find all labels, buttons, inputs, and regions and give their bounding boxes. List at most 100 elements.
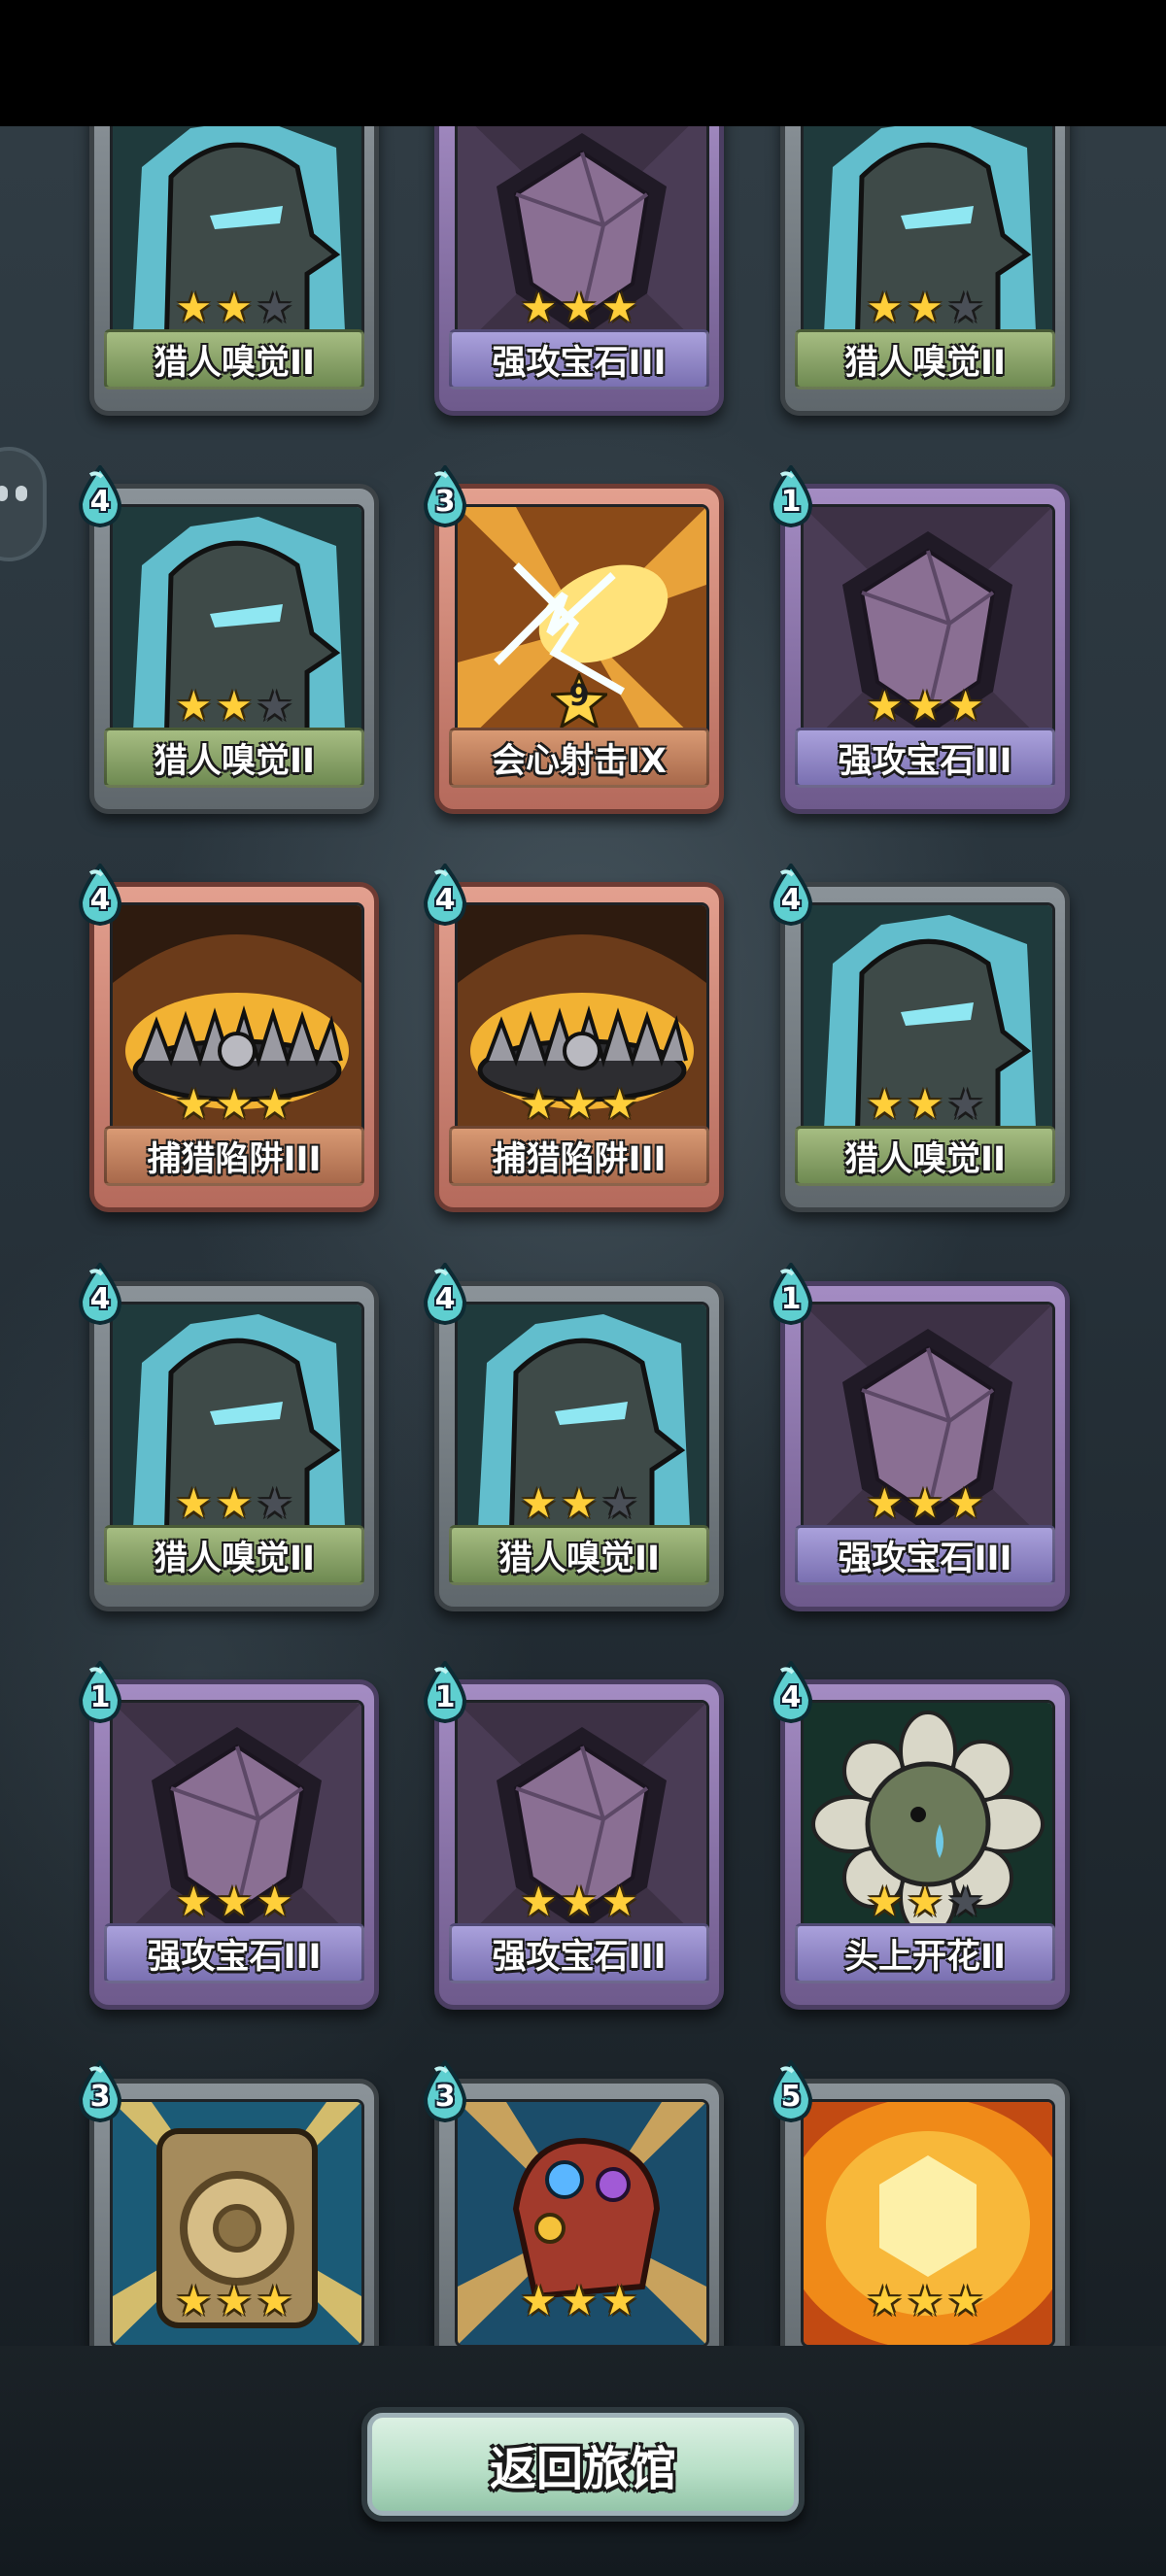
card-star-rating: ★ ★ ★ — [94, 1881, 374, 1923]
level-star-badge: 9 — [548, 671, 610, 730]
card-star-rating: ★ ★ ★ — [785, 1083, 1065, 1126]
star-icon: ★ — [907, 284, 943, 331]
star-icon: ★ — [866, 682, 904, 729]
card-name: 强攻宝石III — [449, 329, 709, 390]
skill-card[interactable]: ★ ★ ★ 强攻宝石III 1 — [78, 1659, 379, 2010]
star-icon: ★ — [600, 1479, 638, 1527]
skill-card[interactable]: ★ ★ ★ 捕猎陷阱III 4 — [78, 862, 379, 1212]
card-cost: 3 — [89, 2080, 111, 2114]
star-icon: ★ — [216, 1080, 253, 1128]
star-icon: ★ — [946, 2277, 984, 2324]
energy-cost-drop-icon: 4 — [418, 1261, 472, 1326]
energy-cost-drop-icon: 4 — [764, 1659, 818, 1724]
star-icon: ★ — [907, 682, 943, 729]
energy-cost-drop-icon: 1 — [764, 463, 818, 528]
card-cost: 5 — [780, 2080, 802, 2114]
energy-cost-drop-icon: 1 — [418, 1659, 472, 1724]
return-button-label: 返回旅馆 — [489, 2442, 676, 2496]
star-icon: ★ — [520, 1479, 558, 1527]
skill-card[interactable]: ★ ★ ★ 捕猎陷阱III 4 — [423, 862, 724, 1212]
star-icon: ★ — [520, 284, 558, 331]
energy-cost-drop-icon: 3 — [418, 463, 472, 528]
star-icon: ★ — [520, 1878, 558, 1925]
energy-cost-drop-icon: 4 — [73, 862, 127, 927]
star-icon: ★ — [175, 284, 213, 331]
star-icon: ★ — [600, 1878, 638, 1925]
card-name: 强攻宝石III — [449, 1923, 709, 1983]
skill-card[interactable]: ★ ★ ★ 强攻宝石III — [434, 126, 724, 416]
star-icon: ★ — [216, 1479, 253, 1527]
star-icon: ★ — [866, 1878, 904, 1925]
card-cost: 1 — [89, 1680, 111, 1714]
energy-cost-drop-icon: 1 — [73, 1659, 127, 1724]
card-star-rating: ★ ★ ★ — [439, 2280, 719, 2322]
skill-card[interactable]: ★ ★ ★ 头上开花II 4 — [769, 1659, 1070, 2010]
card-cost: 4 — [434, 883, 456, 917]
skill-card[interactable]: ★ ★ ★ 强攻宝石III 1 — [769, 463, 1070, 814]
star-icon: ★ — [175, 1479, 213, 1527]
skill-card[interactable]: ★ ★ ★ 5 — [769, 2058, 1070, 2346]
skill-card[interactable]: ★ ★ ★ 猎人嗅觉II 4 — [78, 1261, 379, 1611]
card-cost: 1 — [780, 1282, 802, 1316]
star-icon: ★ — [907, 1479, 943, 1527]
star-icon: ★ — [216, 682, 253, 729]
star-icon: ★ — [946, 1080, 984, 1128]
star-icon: ★ — [561, 284, 598, 331]
skill-card[interactable]: ★ ★ ★ 猎人嗅觉II — [780, 126, 1070, 416]
card-collection-grid[interactable]: ★ ★ ★ 猎人嗅觉II ★ ★ ★ 强攻宝石III ★ ★ ★ 猎人嗅觉II ★ ★ ★ 猎人嗅觉II… — [0, 126, 1166, 2346]
card-star-rating: ★ ★ ★ — [785, 685, 1065, 728]
status-bar — [0, 0, 1166, 126]
star-icon: ★ — [946, 682, 984, 729]
card-cost: 1 — [434, 1680, 456, 1714]
skill-card[interactable]: ★ ★ ★ 3 — [423, 2058, 724, 2346]
energy-cost-drop-icon: 5 — [764, 2058, 818, 2123]
card-star-rating: ★ ★ ★ — [94, 287, 374, 329]
skill-card[interactable]: ★ ★ ★ 猎人嗅觉II 4 — [78, 463, 379, 814]
card-name: 猎人嗅觉II — [449, 1525, 709, 1585]
card-name: 猎人嗅觉II — [104, 1525, 364, 1585]
star-icon: ★ — [600, 2277, 638, 2324]
star-icon: ★ — [946, 1878, 984, 1925]
star-icon: ★ — [561, 2277, 598, 2324]
star-icon: ★ — [256, 1080, 293, 1128]
skill-card[interactable]: ★ ★ ★ 猎人嗅觉II 4 — [769, 862, 1070, 1212]
card-name: 头上开花II — [795, 1923, 1055, 1983]
star-icon: ★ — [866, 2277, 904, 2324]
card-cost: 4 — [89, 883, 111, 917]
star-icon: ★ — [600, 1080, 638, 1128]
skill-card[interactable]: ★ ★ ★ 猎人嗅觉II 4 — [423, 1261, 724, 1611]
star-icon: ★ — [561, 1878, 598, 1925]
card-cost: 4 — [89, 1282, 111, 1316]
star-icon: ★ — [866, 1080, 904, 1128]
card-name: 猎人嗅觉II — [795, 329, 1055, 390]
card-cost: 4 — [780, 883, 802, 917]
star-icon: ★ — [907, 2277, 943, 2324]
card-name: 捕猎陷阱III — [104, 1126, 364, 1186]
card-name: 猎人嗅觉II — [795, 1126, 1055, 1186]
card-cost: 1 — [780, 485, 802, 519]
star-icon: ★ — [520, 1080, 558, 1128]
star-icon: ★ — [520, 2277, 558, 2324]
skill-card[interactable]: 9 会心射击IX 3 — [423, 463, 724, 814]
star-icon: ★ — [561, 1479, 598, 1527]
star-icon: ★ — [175, 1878, 213, 1925]
star-icon: ★ — [175, 682, 213, 729]
card-level: 9 — [568, 679, 590, 713]
skill-card[interactable]: ★ ★ ★ 3 — [78, 2058, 379, 2346]
skill-card[interactable]: ★ ★ ★ 强攻宝石III 1 — [769, 1261, 1070, 1611]
energy-cost-drop-icon: 4 — [73, 463, 127, 528]
card-star-rating: ★ ★ ★ — [439, 1083, 719, 1126]
star-icon: ★ — [256, 682, 293, 729]
return-to-tavern-button[interactable]: 返回旅馆 — [361, 2407, 805, 2522]
star-icon: ★ — [256, 1479, 293, 1527]
skill-card[interactable]: ★ ★ ★ 猎人嗅觉II — [89, 126, 379, 416]
card-star-rating: ★ ★ ★ — [439, 1482, 719, 1525]
card-star-rating: ★ ★ ★ — [785, 2280, 1065, 2322]
card-name: 强攻宝石III — [104, 1923, 364, 1983]
card-name: 捕猎陷阱III — [449, 1126, 709, 1186]
skill-card[interactable]: ★ ★ ★ 强攻宝石III 1 — [423, 1659, 724, 2010]
card-cost: 3 — [434, 2080, 456, 2114]
star-icon: ★ — [175, 2277, 213, 2324]
star-icon: ★ — [561, 1080, 598, 1128]
card-star-rating: ★ ★ ★ — [94, 1083, 374, 1126]
